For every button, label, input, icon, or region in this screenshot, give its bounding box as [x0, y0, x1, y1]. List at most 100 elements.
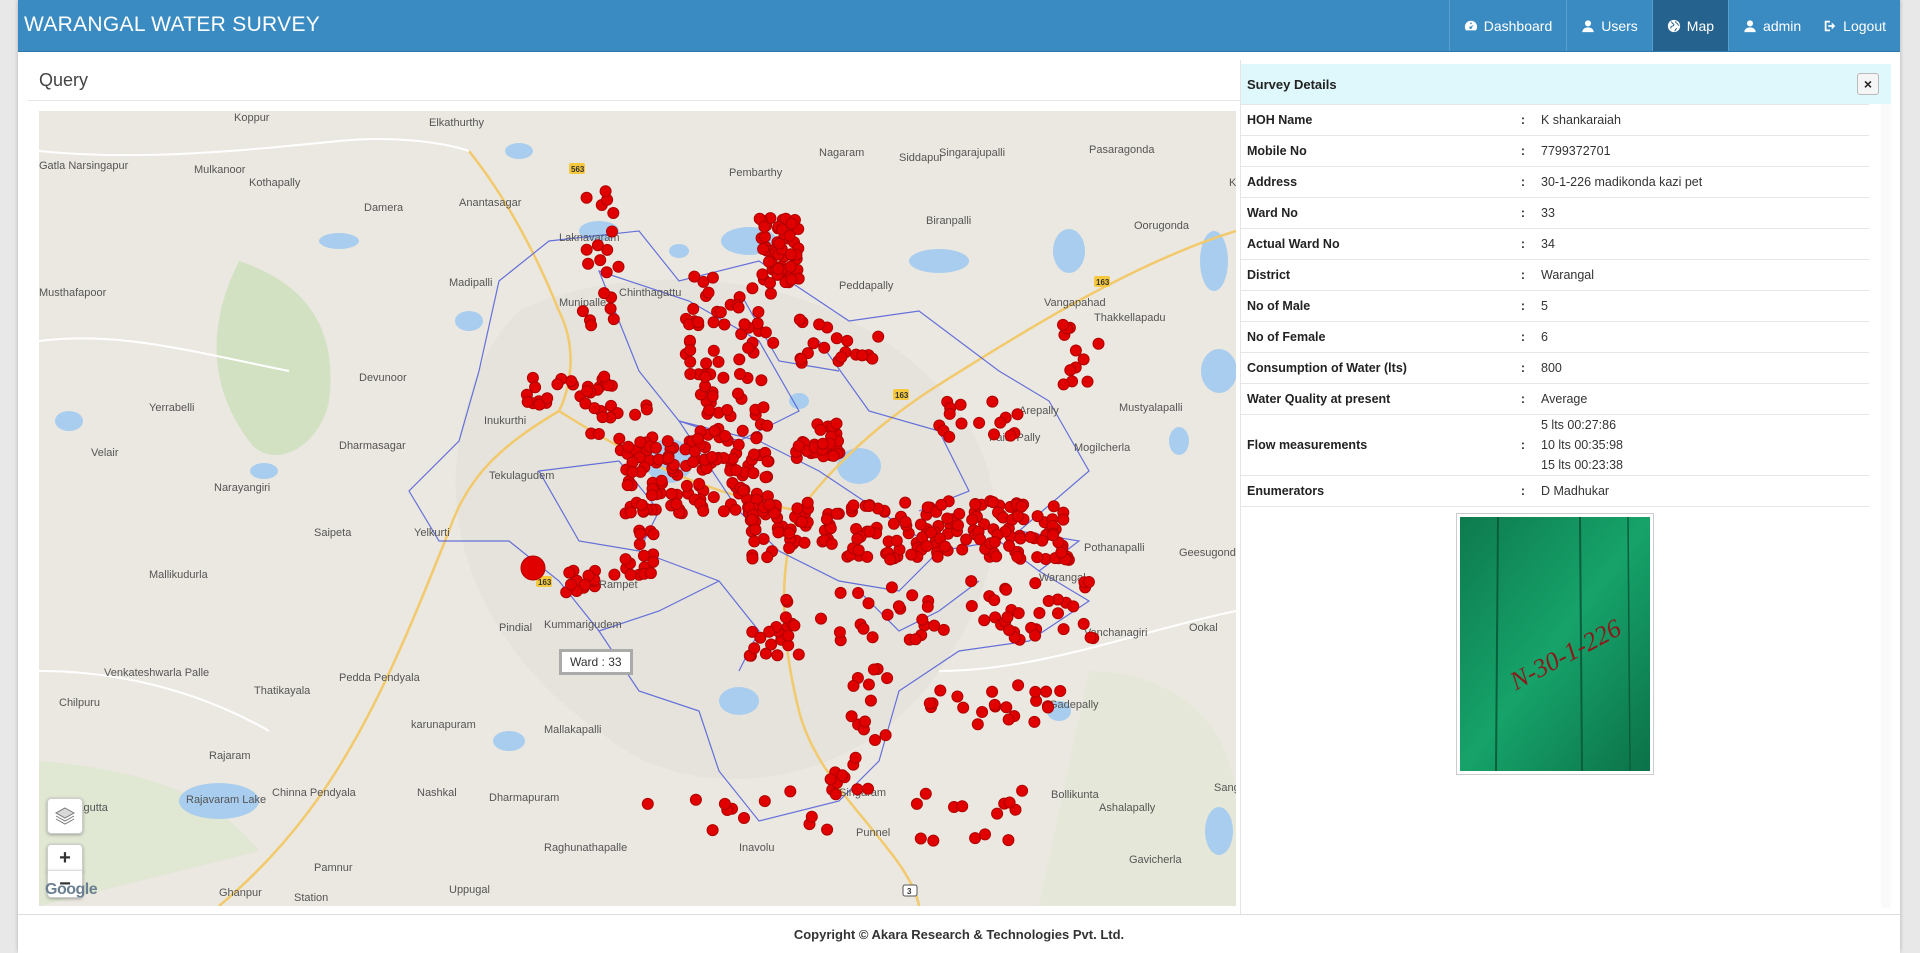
survey-marker[interactable] [1057, 513, 1070, 526]
survey-marker[interactable] [719, 430, 732, 442]
survey-marker[interactable] [872, 330, 885, 343]
survey-marker[interactable] [592, 428, 605, 440]
survey-marker[interactable] [624, 506, 637, 519]
survey-marker[interactable] [1081, 375, 1094, 388]
survey-marker[interactable] [916, 613, 929, 626]
survey-marker[interactable] [851, 783, 864, 796]
survey-marker[interactable] [976, 706, 989, 718]
survey-marker[interactable] [979, 828, 991, 841]
survey-marker[interactable] [836, 769, 849, 782]
survey-marker[interactable] [792, 648, 805, 661]
survey-marker[interactable] [1084, 631, 1097, 644]
survey-marker[interactable] [925, 526, 938, 539]
survey-marker[interactable] [791, 502, 804, 515]
survey-marker[interactable] [645, 489, 658, 502]
survey-marker[interactable] [565, 578, 577, 591]
survey-marker[interactable] [702, 286, 715, 299]
survey-marker[interactable] [881, 672, 894, 685]
survey-marker[interactable] [801, 496, 814, 509]
survey-marker[interactable] [910, 797, 923, 810]
survey-marker[interactable] [818, 341, 831, 354]
survey-marker[interactable] [923, 697, 936, 710]
survey-marker[interactable] [939, 540, 951, 553]
survey-marker[interactable] [619, 553, 632, 566]
survey-marker[interactable] [935, 498, 948, 511]
survey-marker[interactable] [784, 260, 797, 273]
survey-marker[interactable] [956, 800, 969, 813]
survey-marker[interactable] [919, 787, 932, 800]
survey-marker[interactable] [943, 407, 956, 420]
survey-marker[interactable] [941, 512, 954, 525]
survey-marker[interactable] [754, 631, 767, 644]
survey-marker[interactable] [1029, 577, 1042, 590]
survey-photo[interactable]: N-30-1-226 [1456, 513, 1654, 775]
survey-marker[interactable] [764, 287, 777, 300]
survey-marker[interactable] [830, 417, 843, 430]
survey-marker[interactable] [1036, 534, 1049, 547]
survey-marker[interactable] [1015, 500, 1028, 513]
survey-marker[interactable] [763, 498, 776, 511]
survey-marker[interactable] [805, 810, 818, 823]
survey-marker[interactable] [565, 375, 578, 388]
survey-marker[interactable] [689, 793, 702, 806]
survey-marker[interactable] [647, 555, 660, 568]
survey-marker[interactable] [881, 608, 894, 621]
survey-marker[interactable] [621, 479, 634, 492]
survey-marker[interactable] [636, 499, 648, 511]
survey-marker[interactable] [730, 464, 743, 477]
survey-marker[interactable] [705, 451, 718, 463]
survey-marker[interactable] [756, 268, 769, 281]
survey-marker[interactable] [830, 507, 843, 520]
survey-marker[interactable] [906, 589, 919, 602]
survey-marker[interactable] [862, 678, 875, 691]
survey-marker[interactable] [821, 823, 834, 836]
survey-marker[interactable] [863, 525, 876, 538]
survey-marker[interactable] [612, 260, 625, 273]
survey-marker[interactable] [714, 306, 727, 319]
survey-marker[interactable] [734, 368, 746, 380]
survey-marker[interactable] [641, 797, 654, 810]
survey-marker[interactable] [988, 698, 1001, 711]
survey-marker[interactable] [785, 217, 798, 230]
survey-marker[interactable] [991, 807, 1004, 820]
survey-marker[interactable] [1012, 679, 1025, 692]
zoom-in-button[interactable]: + [47, 844, 83, 872]
survey-marker[interactable] [951, 690, 964, 703]
survey-marker[interactable] [845, 710, 858, 723]
survey-marker[interactable] [783, 542, 796, 554]
survey-marker[interactable] [746, 513, 759, 526]
survey-marker[interactable] [1028, 715, 1041, 728]
survey-marker[interactable] [707, 491, 720, 504]
survey-marker[interactable] [966, 513, 979, 526]
survey-marker[interactable] [684, 355, 697, 368]
survey-marker[interactable] [634, 527, 647, 540]
survey-marker[interactable] [1024, 531, 1037, 543]
survey-marker[interactable] [729, 503, 742, 516]
survey-marker[interactable] [733, 353, 746, 366]
map-canvas[interactable]: 563 163 163 163 3 Koppur Elkathurthy Pemba… [39, 111, 1236, 906]
survey-marker[interactable] [825, 537, 838, 550]
survey-marker[interactable] [866, 631, 879, 644]
survey-marker[interactable] [1077, 617, 1090, 630]
nav-dashboard[interactable]: Dashboard [1448, 0, 1567, 51]
survey-marker[interactable] [706, 824, 719, 837]
survey-marker[interactable] [990, 550, 1003, 563]
survey-marker[interactable] [736, 424, 749, 437]
survey-marker[interactable] [687, 456, 700, 468]
survey-marker[interactable] [1011, 408, 1024, 421]
survey-marker[interactable] [869, 734, 881, 746]
survey-marker[interactable] [969, 832, 982, 845]
survey-marker[interactable] [640, 403, 653, 416]
map-layers-button[interactable] [47, 798, 83, 834]
survey-marker[interactable] [857, 622, 870, 635]
survey-marker[interactable] [780, 593, 793, 606]
survey-marker[interactable] [892, 600, 905, 613]
survey-marker[interactable] [752, 306, 765, 318]
selected-survey-marker[interactable] [520, 555, 546, 581]
survey-marker[interactable] [1092, 337, 1105, 350]
survey-marker[interactable] [563, 566, 576, 579]
survey-marker[interactable] [814, 423, 827, 436]
survey-marker[interactable] [792, 440, 805, 452]
survey-marker[interactable] [1002, 713, 1015, 726]
survey-marker[interactable] [758, 220, 771, 233]
